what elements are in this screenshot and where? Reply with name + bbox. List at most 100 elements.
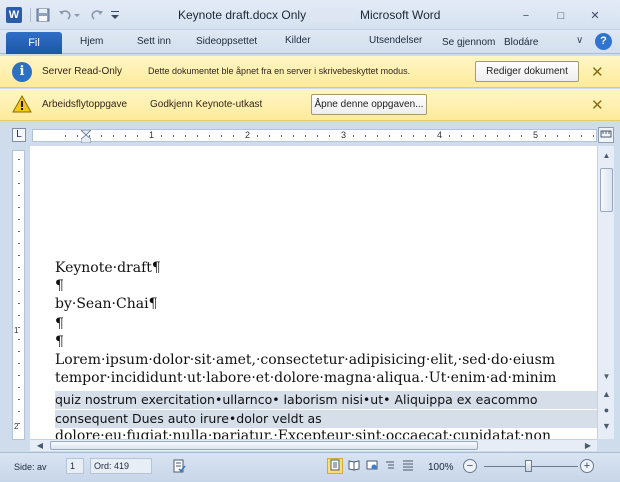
message-bar-text: Godkjenn Keynote-utkast	[150, 99, 263, 110]
undo-dropdown-icon[interactable]	[74, 8, 80, 22]
document-line[interactable]: dolore·eu·fugiat·nulla·pariatur.·Excepte…	[55, 428, 551, 439]
document-line[interactable]: tempor·incididunt·ut·labore·et·dolore·ma…	[55, 370, 556, 386]
ruler-tick	[569, 135, 570, 137]
edit-document-button[interactable]: Rediger dokument	[475, 61, 579, 82]
ruler-strip[interactable]: 1 2 3 4 5	[32, 129, 597, 143]
close-message-bar-icon[interactable]: ✕	[591, 96, 604, 114]
document-title: Keynote draft.docx Only -	[178, 8, 314, 22]
word-app-icon[interactable]: W	[6, 7, 22, 23]
ruler-tick	[401, 135, 402, 137]
page-label[interactable]: Side: av	[14, 462, 47, 472]
ruler-tick	[77, 135, 78, 137]
info-icon: i	[12, 62, 32, 82]
ruler-number: 2	[245, 130, 251, 140]
ruler-tick	[209, 135, 210, 137]
ruler-tick	[233, 135, 234, 137]
document-line[interactable]: by·Sean·Chai¶	[55, 296, 157, 312]
app-title: Microsoft Word	[360, 8, 441, 22]
tab-selector[interactable]: L	[12, 128, 26, 142]
word-count[interactable]: Ord: 419	[90, 458, 152, 474]
ruler-tick	[461, 135, 462, 137]
tab-home[interactable]: Hjem	[80, 36, 103, 47]
save-icon[interactable]	[36, 8, 50, 22]
vertical-scrollbar[interactable]: ▲ ▼ ▲ ● ▼	[597, 146, 614, 439]
minimize-button[interactable]: −	[519, 9, 533, 23]
select-browse-object-icon[interactable]: ●	[601, 405, 612, 416]
tab-references[interactable]: Kilder	[285, 35, 311, 46]
ruler-tick	[125, 135, 126, 137]
proofing-icon[interactable]	[171, 458, 187, 474]
ruler-number: 3	[341, 130, 347, 140]
draft-view-icon[interactable]	[400, 458, 416, 474]
tab-view[interactable]: Blodáre	[504, 37, 538, 48]
document-area[interactable]: Keynote·draft¶ ¶ by·Sean·Chai¶ ¶ ¶ Lorem…	[30, 146, 597, 439]
ruler-tick	[521, 135, 522, 137]
message-bar-read-only: i Server Read-Only Dette dokumentet ble …	[0, 56, 620, 88]
tab-page-layout[interactable]: Sideoppsettet	[196, 36, 257, 47]
selected-line[interactable]: quiz nostrum exercitation•ullarnco• labo…	[55, 392, 538, 407]
redo-icon[interactable]	[90, 8, 104, 22]
message-bar-label: Arbeidsflytoppgave	[42, 99, 128, 110]
ruler-tick	[18, 207, 20, 208]
print-layout-icon[interactable]	[327, 458, 343, 474]
tab-mailings[interactable]: Utsendelser	[369, 35, 422, 46]
customize-qat-icon[interactable]	[110, 8, 120, 22]
ruler-tick	[185, 135, 186, 137]
ruler-tick	[18, 267, 20, 268]
document-page[interactable]: Keynote·draft¶ ¶ by·Sean·Chai¶ ¶ ¶ Lorem…	[30, 164, 597, 439]
tab-insert[interactable]: Sett inn	[137, 36, 171, 47]
ruler-tick	[545, 135, 546, 137]
document-line[interactable]: Keynote·draft¶	[55, 260, 161, 276]
zoom-in-button[interactable]: +	[580, 459, 594, 473]
vertical-ruler[interactable]: 1 2	[12, 150, 25, 440]
next-page-icon[interactable]: ▼	[601, 421, 612, 432]
ruler-tick	[18, 255, 20, 256]
ruler-tick	[18, 351, 20, 352]
ruler-tick	[557, 135, 558, 137]
ruler-tick	[18, 243, 20, 244]
maximize-button[interactable]: □	[554, 9, 568, 23]
document-line[interactable]: ¶	[55, 334, 64, 350]
ruler-tick	[497, 135, 498, 137]
view-ruler-icon[interactable]	[598, 127, 614, 143]
horizontal-scroll-thumb[interactable]	[50, 441, 478, 450]
message-bar-workflow: Arbeidsflytoppgave Godkjenn Keynote-utka…	[0, 89, 620, 121]
help-icon[interactable]: ?	[595, 33, 612, 50]
zoom-out-button[interactable]: −	[463, 459, 477, 473]
ruler-tick	[18, 231, 20, 232]
selected-line[interactable]: consequent Dues auto irure•dolor veldt a…	[55, 411, 322, 426]
close-message-bar-icon[interactable]: ✕	[591, 63, 604, 81]
tab-review[interactable]: Se gjennom	[442, 37, 495, 48]
scroll-right-icon[interactable]: ▶	[582, 440, 594, 451]
outline-view-icon[interactable]	[382, 458, 398, 474]
ruler-tick	[18, 291, 20, 292]
title-bar: W Keynote draft.docx Only - Microsoft Wo…	[0, 0, 620, 30]
minimize-ribbon-icon[interactable]: ∨	[576, 35, 583, 46]
ruler-tick	[173, 135, 174, 137]
full-screen-reading-icon[interactable]	[346, 458, 362, 474]
ruler-tick	[18, 387, 20, 388]
document-line[interactable]: Lorem·ipsum·dolor·sit·amet,·consectetur·…	[55, 352, 555, 368]
ruler-tick	[18, 171, 20, 172]
ruler-tick	[317, 135, 318, 137]
ruler-tick	[65, 135, 66, 137]
open-task-button[interactable]: Åpne denne oppgaven...	[311, 94, 427, 115]
document-line[interactable]: ¶	[55, 278, 64, 294]
horizontal-scrollbar[interactable]: ◀ ▶	[30, 439, 597, 451]
zoom-slider-thumb[interactable]	[525, 460, 532, 472]
undo-icon[interactable]	[58, 8, 72, 22]
scroll-up-icon[interactable]: ▲	[600, 149, 613, 162]
scroll-down-icon[interactable]: ▼	[600, 370, 613, 383]
zoom-level[interactable]: 100%	[428, 462, 454, 473]
page-number[interactable]: 1	[66, 458, 84, 474]
document-line[interactable]: ¶	[55, 316, 64, 332]
previous-page-icon[interactable]: ▲	[601, 389, 612, 400]
tab-file[interactable]: Fil	[6, 32, 62, 54]
ruler-tick	[413, 135, 414, 137]
web-layout-icon[interactable]	[364, 458, 380, 474]
title-redacted	[310, 8, 354, 22]
ruler-tick	[509, 135, 510, 137]
close-window-button[interactable]: ✕	[588, 9, 602, 23]
scroll-left-icon[interactable]: ◀	[34, 440, 46, 451]
scroll-thumb[interactable]	[600, 168, 613, 212]
